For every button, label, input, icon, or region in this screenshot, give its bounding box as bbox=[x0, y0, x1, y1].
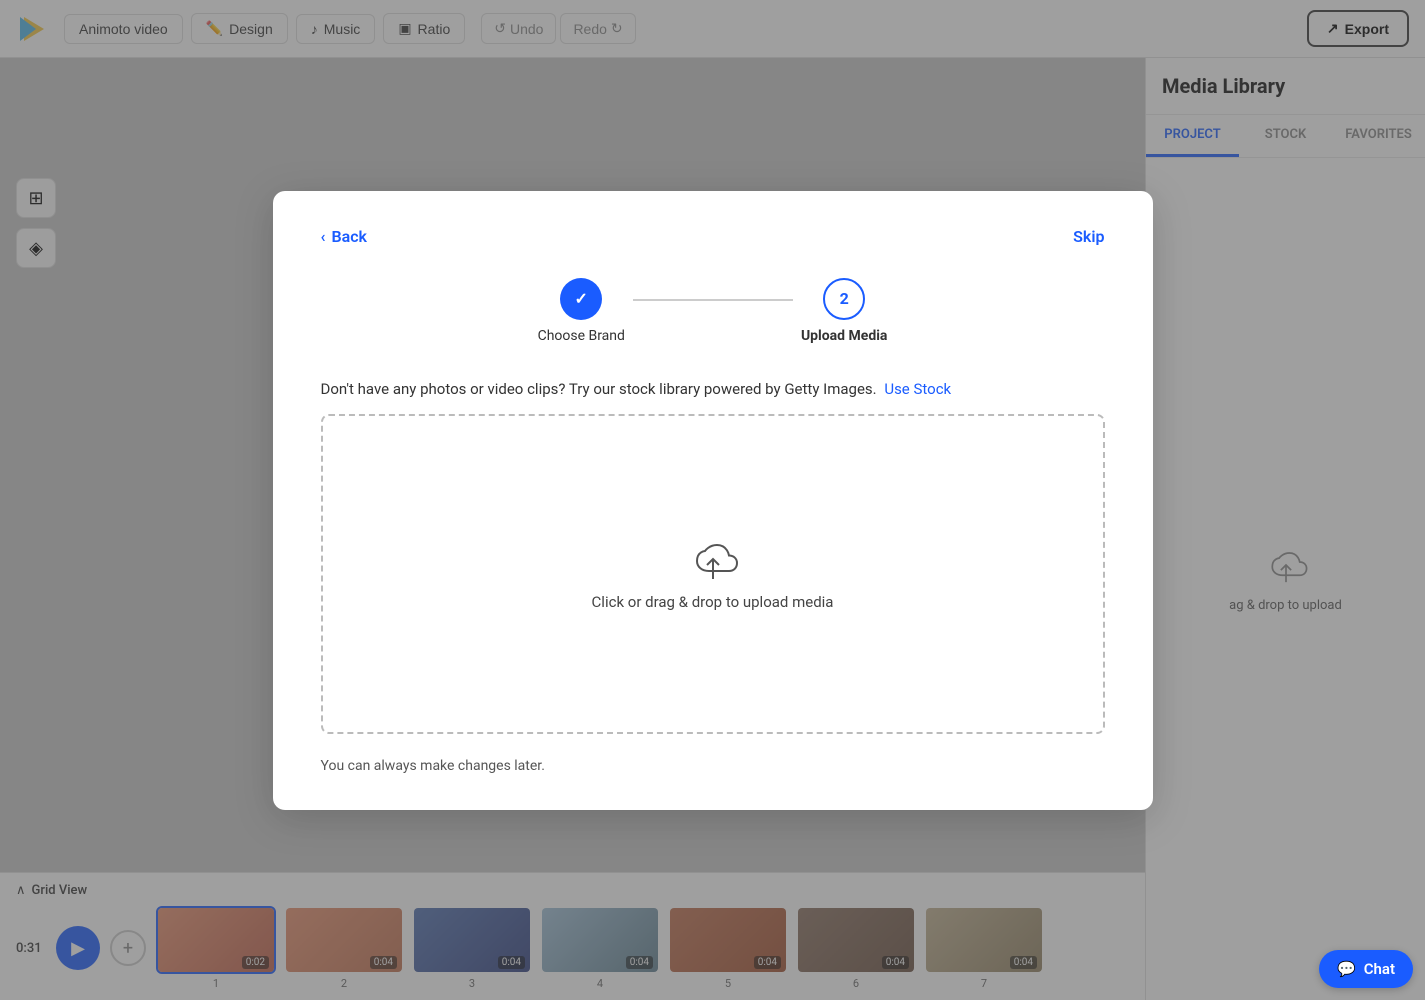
step-2-num: 2 bbox=[840, 289, 849, 308]
footer-note: You can always make changes later. bbox=[321, 758, 1105, 774]
step-2-circle: 2 bbox=[823, 278, 865, 320]
back-chevron-icon: ‹ bbox=[321, 227, 326, 246]
back-button[interactable]: ‹ Back bbox=[321, 227, 368, 246]
step-1: ✓ Choose Brand bbox=[538, 278, 625, 344]
steps-row: ✓ Choose Brand 2 Upload Media bbox=[321, 278, 1105, 344]
step-1-circle: ✓ bbox=[560, 278, 602, 320]
chat-label: Chat bbox=[1364, 960, 1395, 978]
step-2: 2 Upload Media bbox=[801, 278, 887, 344]
upload-drop-zone[interactable]: Click or drag & drop to upload media bbox=[321, 414, 1105, 734]
step-1-label: Choose Brand bbox=[538, 328, 625, 344]
use-stock-link[interactable]: Use Stock bbox=[884, 380, 951, 398]
upload-description: Don't have any photos or video clips? Tr… bbox=[321, 380, 1105, 398]
upload-media-modal: ‹ Back Skip ✓ Choose Brand 2 Upload Medi… bbox=[273, 191, 1153, 810]
step-2-label: Upload Media bbox=[801, 328, 887, 344]
checkmark-icon: ✓ bbox=[575, 289, 588, 308]
chat-button[interactable]: 💬 Chat bbox=[1319, 950, 1413, 988]
back-label: Back bbox=[331, 227, 367, 246]
skip-button[interactable]: Skip bbox=[1073, 227, 1104, 246]
modal-overlay: ‹ Back Skip ✓ Choose Brand 2 Upload Medi… bbox=[0, 0, 1425, 1000]
modal-top-nav: ‹ Back Skip bbox=[321, 227, 1105, 246]
cloud-upload-icon bbox=[685, 537, 741, 581]
step-connector bbox=[633, 299, 793, 301]
chat-icon: 💬 bbox=[1337, 960, 1356, 978]
drop-zone-label: Click or drag & drop to upload media bbox=[592, 593, 834, 611]
